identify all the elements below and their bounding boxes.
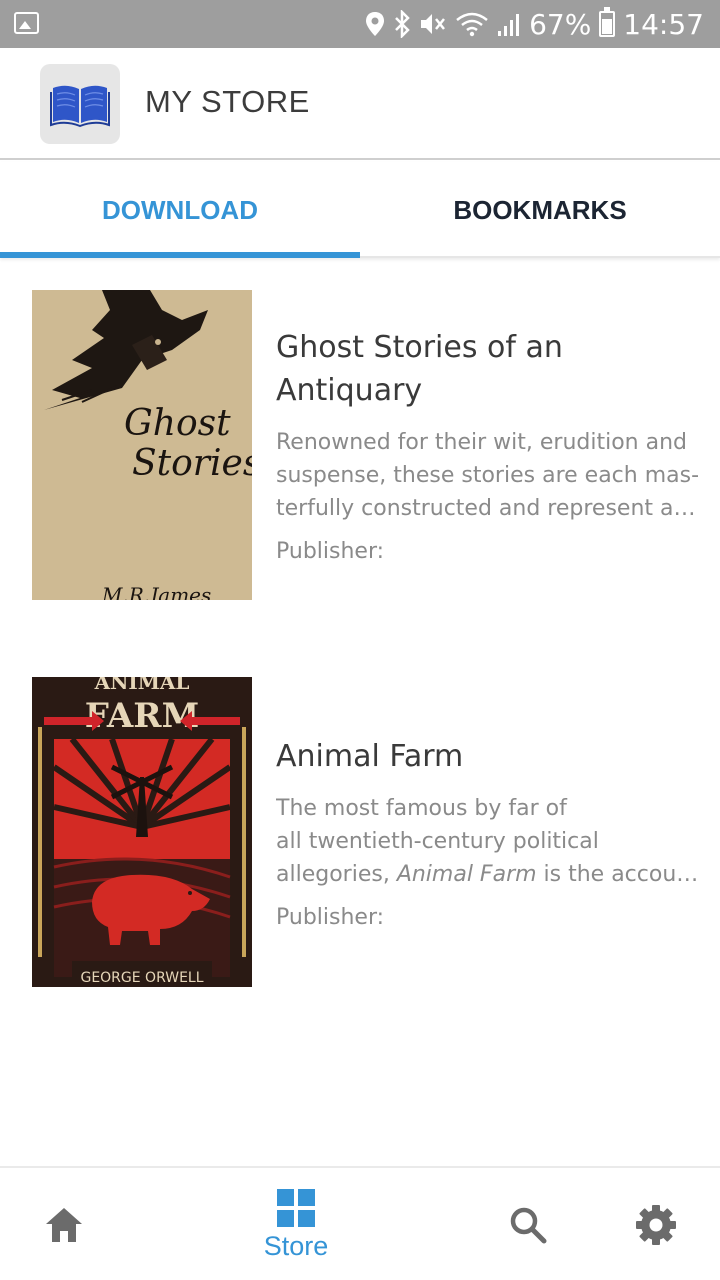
app-title: MY STORE — [145, 84, 310, 119]
publisher-label: Publisher: — [276, 904, 385, 930]
search-icon — [510, 1207, 547, 1244]
cover-author: M.R.James — [101, 583, 211, 600]
home-icon — [46, 1208, 82, 1242]
location-icon — [366, 12, 385, 36]
book-cover[interactable]: Ghost Stories M.R.James — [32, 290, 252, 600]
app-header: MY STORE — [0, 48, 720, 160]
description-line: suspense, these stories are each mas- — [276, 463, 700, 488]
animal-farm-cover-art: ANIMAL FARM GEORGE ORWELL — [32, 677, 252, 987]
tab-download[interactable]: DOWNLOAD — [0, 162, 360, 258]
bluetooth-icon — [395, 10, 410, 38]
cover-title-line2: Stories — [132, 443, 252, 484]
store-grid-icon — [277, 1188, 315, 1227]
clock: 14:57 — [623, 7, 704, 41]
description-line: Renowned for their wit, erudition and — [276, 430, 688, 455]
tab-bar: DOWNLOAD BOOKMARKS — [0, 162, 720, 258]
list-item[interactable]: ANIMAL FARM GEORGE ORWELL Animal Farm Th… — [0, 677, 720, 987]
nav-settings[interactable] — [616, 1168, 696, 1280]
bottom-navigation: Store — [0, 1166, 720, 1280]
book-title[interactable]: Animal Farm — [276, 735, 700, 778]
app-logo — [40, 64, 120, 144]
nav-search[interactable] — [488, 1168, 568, 1280]
description-line: allegories, Animal Farm is the accou… — [276, 858, 700, 891]
book-cover[interactable]: ANIMAL FARM GEORGE ORWELL — [32, 677, 252, 987]
mute-icon — [421, 14, 446, 34]
gallery-icon — [14, 12, 39, 34]
active-tab-indicator — [0, 252, 360, 258]
status-icons: 67% 14:57 — [365, 0, 704, 48]
description-text: is the accou… — [536, 861, 699, 887]
tab-bookmarks[interactable]: BOOKMARKS — [360, 162, 720, 258]
list-item[interactable]: Ghost Stories M.R.James Ghost Stories of… — [0, 290, 720, 600]
book-description: Renowned for their wit, erudition and su… — [276, 426, 700, 525]
description-italic-title: Animal Farm — [396, 861, 537, 887]
nav-home[interactable] — [24, 1168, 104, 1280]
cover-title-line2: FARM — [85, 696, 199, 736]
cover-title-line1: ANIMAL — [94, 677, 190, 694]
status-bar: 67% 14:57 — [0, 0, 720, 48]
cover-title-line1: Ghost — [124, 403, 231, 444]
book-description: The most famous by far of all twentieth-… — [276, 792, 700, 891]
book-title[interactable]: Ghost Stories of an Antiquary — [276, 326, 700, 412]
signal-icon — [498, 14, 520, 36]
open-book-icon — [50, 85, 110, 128]
nav-store-label: Store — [263, 1230, 329, 1261]
description-line: all twentieth-century political — [276, 828, 599, 854]
cover-author: GEORGE ORWELL — [80, 970, 203, 986]
battery-icon — [599, 7, 616, 37]
ghost-stories-cover-art: Ghost Stories M.R.James — [32, 290, 252, 600]
description-line: The most famous by far of — [276, 795, 567, 821]
battery-percent: 67% — [529, 7, 592, 41]
book-info: Ghost Stories of an Antiquary Renowned f… — [276, 290, 700, 600]
book-info: Animal Farm The most famous by far of al… — [276, 677, 700, 987]
nav-store[interactable]: Store — [236, 1168, 356, 1280]
publisher-label: Publisher: — [276, 539, 385, 564]
description-line: terfully constructed and represent a… — [276, 496, 696, 521]
wifi-icon — [456, 12, 488, 37]
description-text: allegories, — [276, 861, 397, 887]
gear-icon — [636, 1205, 676, 1245]
